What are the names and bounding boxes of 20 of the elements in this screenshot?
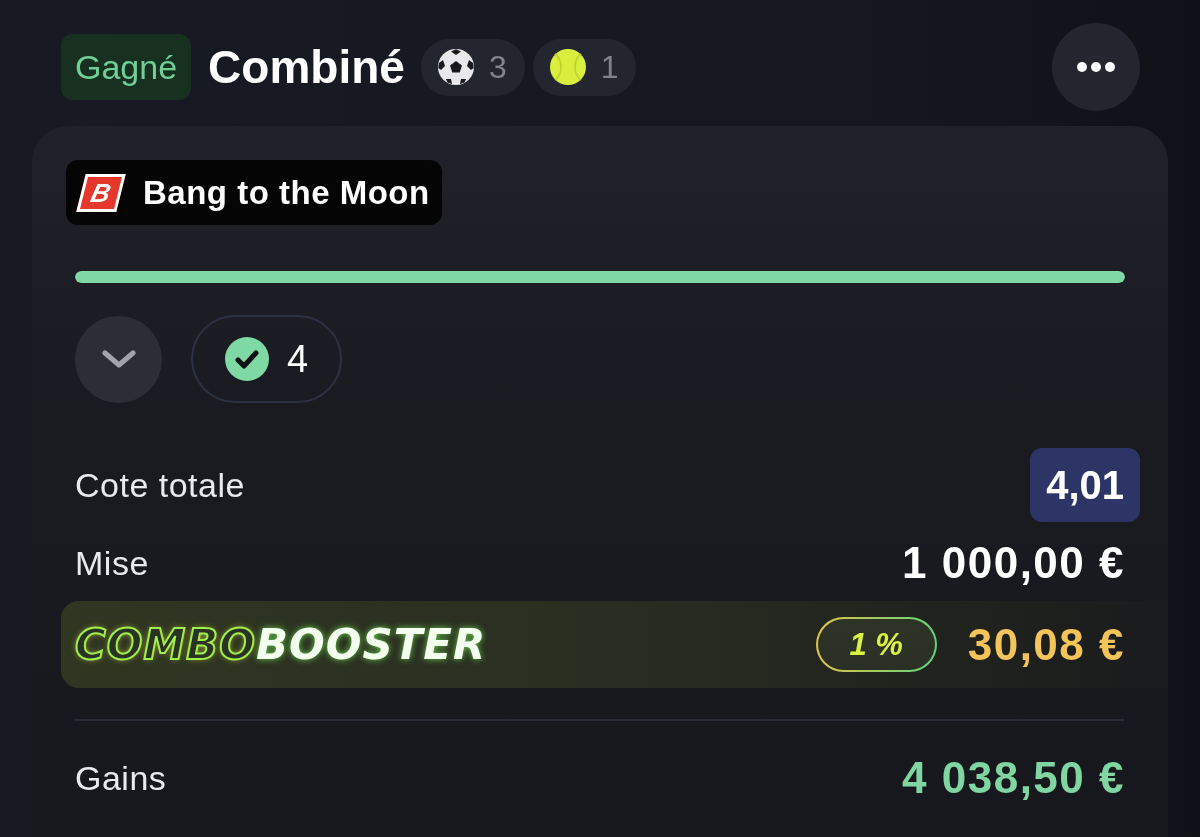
won-legs-button[interactable]: 4	[191, 315, 343, 403]
payout-amount: 4 038,50 €	[902, 753, 1125, 803]
soccer-ball-icon	[436, 48, 475, 86]
promo-label: Bang to the Moon	[143, 173, 430, 212]
tennis-ball-icon	[548, 48, 587, 86]
chevron-icon	[101, 350, 136, 368]
sport-count: 3	[488, 48, 507, 86]
more-dots-icon	[1077, 62, 1115, 72]
stake-amount: 1 000,00 €	[902, 538, 1125, 588]
combo-booster-logo: COMBOBOOSTER	[75, 620, 487, 669]
row-label: Gains	[75, 758, 167, 798]
row-label: Mise	[75, 543, 149, 583]
sport-count: 1	[600, 48, 619, 86]
boost-amount: 30,08 €	[967, 619, 1125, 670]
brand-logo: B	[76, 173, 126, 212]
status-badge: Gagné	[61, 34, 192, 100]
check-circle-icon	[225, 337, 269, 381]
bet-title: Combiné	[208, 40, 405, 94]
total-odds-value: 4,01	[1030, 448, 1140, 522]
row-label: Cote totale	[75, 465, 245, 505]
